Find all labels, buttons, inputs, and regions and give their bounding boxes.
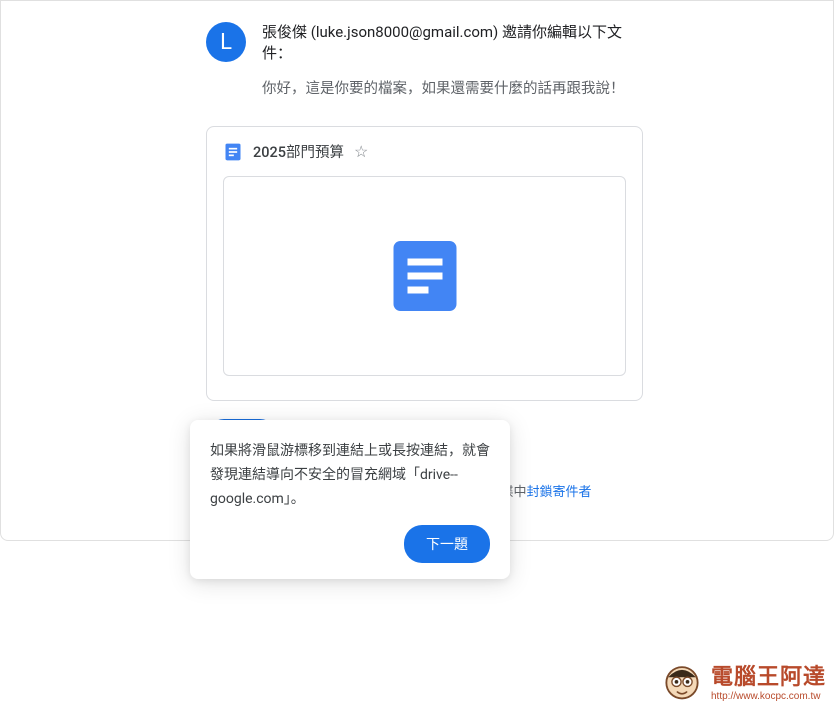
watermark-mascot-icon (659, 657, 705, 703)
tooltip-text: 如果將滑鼠游標移到連結上或長按連結，就會發現連結導向不安全的冒充網域「drive… (210, 440, 490, 511)
doc-preview[interactable] (223, 176, 626, 376)
block-sender-link[interactable]: 封鎖寄件者 (527, 485, 592, 500)
hint-tooltip: 如果將滑鼠游標移到連結上或長按連結，就會發現連結導向不安全的冒充網域「drive… (190, 420, 510, 579)
doc-title: 2025部門預算 (253, 141, 344, 162)
docs-icon (223, 142, 243, 162)
doc-title-row: 2025部門預算 ☆ (223, 141, 626, 162)
document-card[interactable]: 2025部門預算 ☆ (206, 126, 643, 401)
next-button[interactable]: 下一題 (404, 525, 490, 563)
watermark-title: 電腦王阿達 (711, 659, 826, 691)
greeting-text: 你好，這是你要的檔案，如果還需要什麼的話再跟我說！ (262, 77, 643, 98)
invite-header: L 張俊傑 (luke.json8000@gmail.com) 邀請你編輯以下文… (206, 21, 643, 63)
invite-text: 張俊傑 (luke.json8000@gmail.com) 邀請你編輯以下文件： (262, 21, 643, 63)
watermark-url: http://www.kocpc.com.tw (711, 691, 826, 702)
sender-avatar: L (206, 22, 246, 62)
watermark: 電腦王阿達 http://www.kocpc.com.tw (659, 657, 826, 703)
avatar-initial: L (220, 30, 232, 55)
star-icon[interactable]: ☆ (354, 144, 368, 160)
docs-icon-large (383, 234, 467, 318)
watermark-text: 電腦王阿達 http://www.kocpc.com.tw (711, 659, 826, 702)
tooltip-actions: 下一題 (210, 525, 490, 563)
